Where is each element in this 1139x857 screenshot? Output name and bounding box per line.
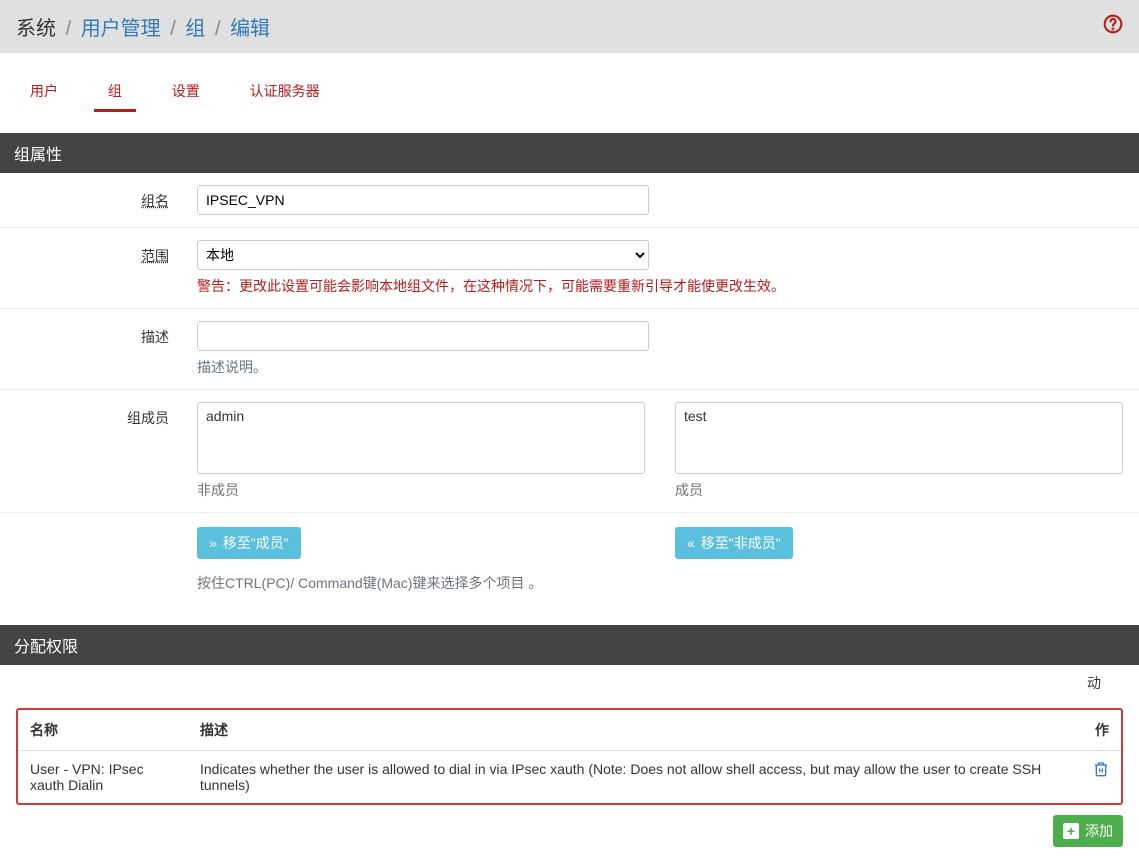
col-name: 名称 <box>18 710 188 751</box>
members-listbox[interactable]: test <box>675 402 1123 474</box>
label-members: 组成员 <box>127 410 169 426</box>
label-description: 描述 <box>141 329 169 345</box>
breadcrumb-usermgr[interactable]: 用户管理 <box>81 18 161 40</box>
panel-group-properties: 组属性 <box>0 133 1139 173</box>
breadcrumb-groups[interactable]: 组 <box>185 18 205 40</box>
chevron-right-icon: » <box>209 535 217 551</box>
tab-authservers[interactable]: 认证服务器 <box>236 73 334 109</box>
priv-desc: Indicates whether the user is allowed to… <box>188 750 1081 803</box>
row-groupname: 组名 <box>0 173 1139 228</box>
nonmembers-caption: 非成员 <box>197 480 645 500</box>
tab-users[interactable]: 用户 <box>16 73 72 109</box>
move-to-members-button[interactable]: » 移至"成员" <box>197 527 301 559</box>
breadcrumb-root: 系统 <box>16 18 56 40</box>
scope-warning: 警告：更改此设置可能会影响本地组文件，在这种情况下，可能需要重新引导才能使更改生… <box>197 276 1123 296</box>
label-scope: 范围 <box>141 248 169 264</box>
help-icon[interactable] <box>1103 14 1123 40</box>
ctrl-help-text: 按住CTRL(PC)/ Command键(Mac)键来选择多个项目 。 <box>197 573 1123 593</box>
breadcrumb-sep: / <box>215 18 221 40</box>
list-item[interactable]: admin <box>202 407 640 425</box>
col-actions: 作 <box>1081 710 1121 751</box>
nonmembers-listbox[interactable]: admin <box>197 402 645 474</box>
plus-icon: + <box>1063 823 1079 839</box>
priv-table-highlight: 名称 描述 作 User - VPN: IPsec xauth Dialin I… <box>16 708 1123 805</box>
chevron-left-icon: « <box>687 535 695 551</box>
row-scope: 范围 本地 警告：更改此设置可能会影响本地组文件，在这种情况下，可能需要重新引导… <box>0 228 1139 309</box>
row-move-buttons: » 移至"成员" « 移至"非成员" 按住CTRL(PC)/ Command键(… <box>0 513 1139 605</box>
add-label: 添加 <box>1085 821 1113 841</box>
breadcrumb-sep: / <box>66 18 72 40</box>
trash-icon[interactable] <box>1093 764 1109 781</box>
tab-settings[interactable]: 设置 <box>158 73 214 109</box>
priv-name: User - VPN: IPsec xauth Dialin <box>18 750 188 803</box>
description-help: 描述说明。 <box>197 357 1123 377</box>
header-bar: 系统 / 用户管理 / 组 / 编辑 <box>0 0 1139 53</box>
tab-groups[interactable]: 组 <box>94 73 136 112</box>
members-col: test 成员 <box>675 402 1123 500</box>
row-members: 组成员 admin 非成员 test 成员 <box>0 390 1139 513</box>
table-row: User - VPN: IPsec xauth Dialin Indicates… <box>18 750 1121 803</box>
add-button[interactable]: + 添加 <box>1053 815 1123 847</box>
tabs: 用户 组 设置 认证服务器 <box>0 53 1139 113</box>
members-caption: 成员 <box>675 480 1123 500</box>
move-to-nonmembers-label: 移至"非成员" <box>701 533 781 553</box>
move-to-nonmembers-button[interactable]: « 移至"非成员" <box>675 527 793 559</box>
breadcrumb-edit[interactable]: 编辑 <box>230 18 270 40</box>
label-groupname: 组名 <box>141 193 169 209</box>
nonmembers-col: admin 非成员 <box>197 402 645 500</box>
group-form: 组名 范围 本地 警告：更改此设置可能会影响本地组文件，在这种情况下，可能需要重… <box>0 173 1139 605</box>
description-input[interactable] <box>197 321 649 351</box>
panel-assigned-privs: 分配权限 <box>0 625 1139 665</box>
actions-header-outside: 动 <box>16 665 1123 692</box>
breadcrumb-sep: / <box>170 18 176 40</box>
scope-select[interactable]: 本地 <box>197 240 649 270</box>
add-row: + 添加 <box>0 805 1139 857</box>
groupname-input[interactable] <box>197 185 649 215</box>
row-description: 描述 描述说明。 <box>0 309 1139 390</box>
col-desc: 描述 <box>188 710 1081 751</box>
priv-table: 名称 描述 作 User - VPN: IPsec xauth Dialin I… <box>18 710 1121 803</box>
breadcrumb: 系统 / 用户管理 / 组 / 编辑 <box>16 12 270 41</box>
move-to-members-label: 移至"成员" <box>223 533 289 553</box>
list-item[interactable]: test <box>680 407 1118 425</box>
